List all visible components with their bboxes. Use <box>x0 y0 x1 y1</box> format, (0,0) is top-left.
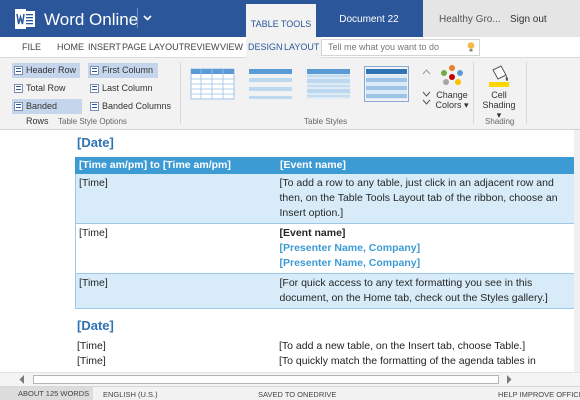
tab-file[interactable]: FILE <box>22 37 41 58</box>
table-style-options-group-label: Table Style Options <box>58 117 127 126</box>
table-cell-text[interactable]: [For quick access to any text formatting… <box>276 273 579 309</box>
table-row: [Time] [Event name] [Presenter Name, Com… <box>75 223 579 274</box>
table-style-grid-light[interactable] <box>190 66 235 102</box>
table-cell-text[interactable]: [To add a row to any table, just click i… <box>276 173 579 224</box>
ribbon: Header Row First Column Total Row Last C… <box>0 58 580 130</box>
group-divider <box>180 62 181 124</box>
item-time: [Time] <box>77 355 106 367</box>
tab-home[interactable]: HOME <box>57 37 84 58</box>
first-column-checkbox[interactable]: First Column <box>88 63 158 78</box>
checkbox-icon <box>14 66 23 75</box>
total-row-label: Total Row <box>26 83 66 93</box>
paint-bucket-icon <box>489 65 509 87</box>
document-canvas[interactable]: [Date] [Time am/pm] to [Time am/pm] [Eve… <box>0 130 580 374</box>
language-indicator[interactable]: ENGLISH (U.S.) <box>103 390 158 399</box>
header-row-label: Header Row <box>26 65 77 75</box>
change-colors-label-2: Colors ▾ <box>435 100 469 110</box>
table-style-grid-medium[interactable] <box>306 66 351 102</box>
word-logo-icon[interactable] <box>14 8 36 30</box>
tab-insert[interactable]: INSERT <box>88 37 121 58</box>
app-menu-chevron-icon[interactable] <box>137 8 155 28</box>
tab-layout[interactable]: LAYOUT <box>282 37 322 58</box>
table-header-cell[interactable]: [Time am/pm] to [Time am/pm] <box>75 157 277 174</box>
scrollbar-thumb[interactable] <box>33 375 499 384</box>
last-column-label: Last Column <box>102 83 153 93</box>
event-name: [Event name] <box>279 227 346 239</box>
tab-review[interactable]: REVIEW <box>184 37 220 58</box>
header-row-checkbox[interactable]: Header Row <box>12 63 80 78</box>
table-style-banded-light[interactable] <box>248 66 293 102</box>
document-title[interactable]: Document 22 <box>316 0 422 37</box>
table-style-banded-selected[interactable] <box>364 66 409 102</box>
save-status: SAVED TO ONEDRIVE <box>258 390 337 399</box>
checkbox-icon <box>90 66 99 75</box>
gallery-scroll-control[interactable] <box>421 64 432 106</box>
item-time: [Time] <box>77 340 106 352</box>
banded-rows-checkbox[interactable]: Banded Rows <box>12 99 82 126</box>
change-colors-label: Change <box>436 90 468 100</box>
table-styles-group-label: Table Styles <box>304 117 348 126</box>
item-text: [To add a new table, on the Insert tab, … <box>279 340 526 352</box>
cell-shading-button[interactable]: Cell Shading ▾ <box>480 64 518 120</box>
last-column-checkbox[interactable]: Last Column <box>88 81 158 96</box>
change-colors-button[interactable]: Change Colors ▾ <box>435 64 469 116</box>
item-text: [To quickly match the formatting of the … <box>279 355 536 367</box>
date-heading[interactable]: [Date] <box>77 318 114 333</box>
banded-columns-label: Banded Columns <box>102 101 172 111</box>
list-item[interactable]: [Time] [To add a new table, on the Inser… <box>77 340 525 352</box>
lightbulb-icon <box>467 42 475 57</box>
presenter-name: [Presenter Name, Company] <box>279 242 421 254</box>
table-tools-context-label: TABLE TOOLS <box>246 0 316 37</box>
tab-design[interactable]: DESIGN <box>246 37 285 58</box>
status-bar: ABOUT 125 WORDS ENGLISH (U.S.) SAVED TO … <box>0 386 580 400</box>
palette-icon <box>441 65 463 85</box>
list-item[interactable]: [Time] [To quickly match the formatting … <box>77 355 536 367</box>
tab-view[interactable]: VIEW <box>220 37 243 58</box>
vertical-scrollbar[interactable] <box>574 130 580 374</box>
banded-columns-checkbox[interactable]: Banded Columns <box>88 99 174 114</box>
checkbox-icon <box>14 102 23 111</box>
shading-group-label: Shading <box>485 117 515 126</box>
group-divider <box>526 62 527 124</box>
app-name[interactable]: Word Online <box>44 10 138 30</box>
table-cell-event[interactable]: [Event name] [Presenter Name, Company] [… <box>276 223 579 274</box>
table-row: [Time] [For quick access to any text for… <box>75 273 579 309</box>
table-cell-time[interactable]: [Time] <box>75 173 277 224</box>
ribbon-tabs: FILE HOME INSERT PAGE LAYOUT REVIEW VIEW… <box>0 37 580 58</box>
first-column-label: First Column <box>102 65 154 75</box>
agenda-table[interactable]: [Time am/pm] to [Time am/pm] [Event name… <box>75 157 579 309</box>
banded-rows-label: Banded Rows <box>26 101 58 126</box>
title-bar: Word Online TABLE TOOLS Document 22 Heal… <box>0 0 580 37</box>
table-row: [Time] [To add a row to any table, just … <box>75 173 579 224</box>
table-header-row: [Time am/pm] to [Time am/pm] [Event name… <box>75 157 579 174</box>
presenter-name: [Presenter Name, Company] <box>279 257 421 269</box>
user-name[interactable]: Healthy Gro... <box>423 0 503 37</box>
tell-me-placeholder: Tell me what you want to do <box>328 42 440 52</box>
checkbox-icon <box>14 84 23 93</box>
help-improve-link[interactable]: HELP IMPROVE OFFICE <box>498 390 580 399</box>
tab-page-layout[interactable]: PAGE LAYOUT <box>122 37 184 58</box>
cell-shading-label: Cell <box>491 90 507 100</box>
word-count[interactable]: ABOUT 125 WORDS <box>0 387 94 400</box>
date-heading[interactable]: [Date] <box>77 135 114 150</box>
table-cell-time[interactable]: [Time] <box>75 273 277 309</box>
total-row-checkbox[interactable]: Total Row <box>12 81 80 96</box>
checkbox-icon <box>90 102 99 111</box>
table-cell-time[interactable]: [Time] <box>75 223 277 274</box>
tell-me-search-input[interactable]: Tell me what you want to do <box>321 39 480 56</box>
checkbox-icon <box>90 84 99 93</box>
sign-out-link[interactable]: Sign out <box>503 0 580 37</box>
table-header-cell[interactable]: [Event name] <box>276 157 579 174</box>
group-divider <box>473 62 474 124</box>
horizontal-scrollbar[interactable] <box>0 372 580 386</box>
